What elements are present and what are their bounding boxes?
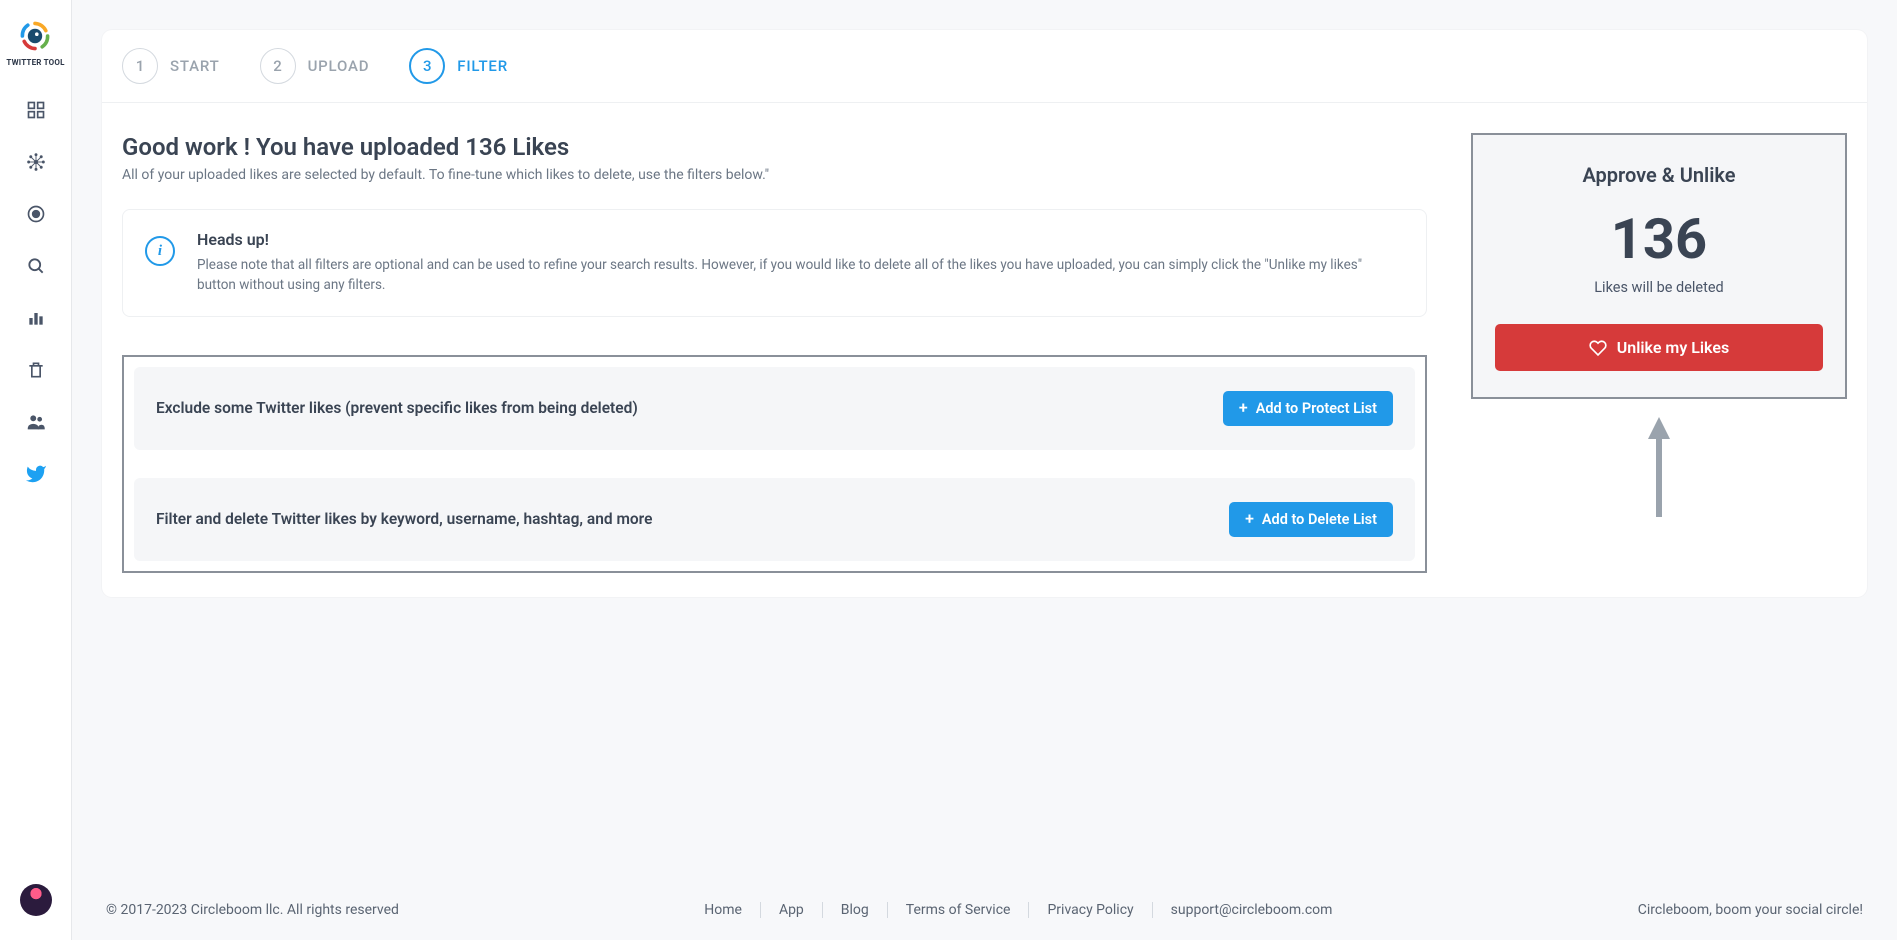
protect-filter-text: Exclude some Twitter likes (prevent spec… [156,399,638,417]
footer-links: Home App Blog Terms of Service Privacy P… [686,902,1350,918]
page-title: Good work ! You have uploaded 136 Likes [122,133,1427,161]
footer-link-tos[interactable]: Terms of Service [888,902,1030,918]
delete-filter-text: Filter and delete Twitter likes by keywo… [156,510,652,528]
info-icon: i [145,236,175,266]
step-number: 1 [122,48,158,84]
stepper: 1 START 2 UPLOAD 3 FILTER [102,30,1867,103]
arrow-up-icon [1471,417,1847,517]
unlike-my-likes-button[interactable]: Unlike my Likes [1495,324,1823,371]
step-filter[interactable]: 3 FILTER [409,48,508,84]
protect-filter-row: Exclude some Twitter likes (prevent spec… [134,367,1415,450]
page-subtitle: All of your uploaded likes are selected … [122,167,1427,183]
footer-link-app[interactable]: App [761,902,823,918]
step-label: START [170,57,220,75]
step-start[interactable]: 1 START [122,48,220,84]
heads-up-title: Heads up! [197,230,1404,249]
brand-logo-icon [17,18,53,54]
button-label: Unlike my Likes [1617,338,1729,357]
sidebar: TWITTER TOOL [0,0,72,940]
step-upload[interactable]: 2 UPLOAD [260,48,370,84]
footer-link-privacy[interactable]: Privacy Policy [1029,902,1152,918]
plus-icon: + [1245,511,1254,527]
likes-count: 136 [1495,211,1823,267]
approve-box: Approve & Unlike 136 Likes will be delet… [1471,133,1847,399]
brand-name: TWITTER TOOL [6,58,64,67]
avatar[interactable] [20,884,52,916]
heads-up-body: Please note that all filters are optiona… [197,255,1404,296]
add-protect-list-button[interactable]: + Add to Protect List [1223,391,1393,426]
content-row: Good work ! You have uploaded 136 Likes … [102,103,1867,597]
footer: © 2017-2023 Circleboom llc. All rights r… [102,884,1867,940]
heart-icon [1589,339,1607,357]
approve-title: Approve & Unlike [1495,163,1823,187]
footer-link-support[interactable]: support@circleboom.com [1153,902,1351,918]
likes-caption: Likes will be deleted [1495,279,1823,296]
footer-link-home[interactable]: Home [686,902,761,918]
step-number: 3 [409,48,445,84]
left-column: Good work ! You have uploaded 136 Likes … [122,133,1427,573]
network-icon[interactable] [25,151,47,173]
main: 1 START 2 UPLOAD 3 FILTER Good work ! Yo… [72,0,1897,940]
button-label: Add to Protect List [1256,400,1377,417]
step-label: FILTER [457,57,508,75]
users-icon[interactable] [25,411,47,433]
footer-copyright: © 2017-2023 Circleboom llc. All rights r… [106,902,399,918]
target-icon[interactable] [25,203,47,225]
delete-filter-row: Filter and delete Twitter likes by keywo… [134,478,1415,561]
add-delete-list-button[interactable]: + Add to Delete List [1229,502,1393,537]
twitter-icon[interactable] [25,463,47,485]
step-number: 2 [260,48,296,84]
dashboard-icon[interactable] [25,99,47,121]
wizard-card: 1 START 2 UPLOAD 3 FILTER Good work ! Yo… [102,30,1867,597]
analytics-icon[interactable] [25,307,47,329]
heads-up-box: i Heads up! Please note that all filters… [122,209,1427,317]
nav-icons [25,99,47,485]
logo[interactable]: TWITTER TOOL [6,18,64,67]
footer-link-blog[interactable]: Blog [823,902,888,918]
trash-icon[interactable] [25,359,47,381]
filters-box: Exclude some Twitter likes (prevent spec… [122,355,1427,573]
search-icon[interactable] [25,255,47,277]
button-label: Add to Delete List [1262,511,1377,528]
footer-tagline: Circleboom, boom your social circle! [1638,902,1863,918]
step-label: UPLOAD [308,57,370,75]
right-column: Approve & Unlike 136 Likes will be delet… [1471,133,1847,573]
plus-icon: + [1239,400,1248,416]
